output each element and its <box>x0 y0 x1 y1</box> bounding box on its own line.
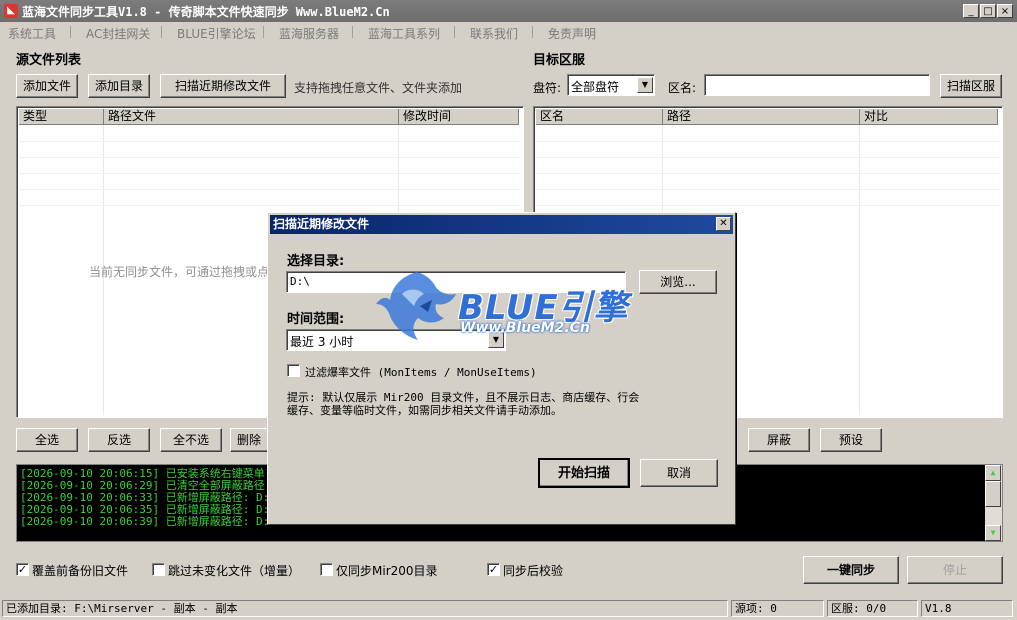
add-dir-button[interactable]: 添加目录 <box>88 74 150 98</box>
grid-line <box>536 205 1000 206</box>
filter-drop-rate-checkbox[interactable] <box>287 364 300 377</box>
dialog-close-icon[interactable]: ✕ <box>716 217 731 231</box>
status-bar: 已添加目录: F:\Mirserver - 副本 - 副本 源项: 0 区服: … <box>0 598 1017 620</box>
scroll-down-icon[interactable]: ▼ <box>985 525 1001 541</box>
column-type[interactable]: 类型 <box>19 109 104 125</box>
select-all-button[interactable]: 全选 <box>16 428 78 452</box>
preset-button[interactable]: 预设 <box>820 428 882 452</box>
menu-disclaimer[interactable]: 免责声明 <box>548 25 596 42</box>
column-modified[interactable]: 修改时间 <box>399 109 519 125</box>
status-version: V1.8 <box>921 600 1013 617</box>
select-none-button[interactable]: 全不选 <box>160 428 222 452</box>
dragon-icon <box>376 272 456 340</box>
column-zone-name[interactable]: 区名 <box>536 109 663 125</box>
menu-lanhai-server[interactable]: 蓝海服务器 <box>279 25 339 42</box>
drive-label: 盘符: <box>533 81 562 95</box>
chevron-down-icon[interactable]: ▼ <box>637 77 653 93</box>
backup-label: 覆盖前备份旧文件 <box>32 564 129 578</box>
invert-selection-button[interactable]: 反选 <box>88 428 150 452</box>
time-range-value: 最近 3 小时 <box>290 335 354 349</box>
one-click-sync-button[interactable]: 一键同步 <box>803 556 899 584</box>
block-button[interactable]: 屏蔽 <box>748 428 810 452</box>
scan-zone-button[interactable]: 扫描区服 <box>940 74 1002 98</box>
log-line: [2026-09-10 20:06:39] 已新增屏蔽路径: D:\M <box>20 515 283 528</box>
start-scan-button[interactable]: 开始扫描 <box>538 458 630 488</box>
zone-name-label: 区名: <box>668 81 697 95</box>
window-title-bar: ◣ 蓝海文件同步工具V1.8 - 传奇脚本文件快速同步 Www.BlueM2.C… <box>0 0 1017 22</box>
dialog-dir-label: 选择目录: <box>287 254 345 269</box>
menu-separator <box>161 26 162 38</box>
menu-blue-forum[interactable]: BLUE引擎论坛 <box>177 25 256 42</box>
dialog-cancel-button[interactable]: 取消 <box>640 459 718 487</box>
column-path[interactable]: 路径文件 <box>104 109 399 125</box>
grid-line <box>536 189 1000 190</box>
app-icon: ◣ <box>4 4 18 18</box>
backup-checkbox[interactable]: ✓ <box>16 563 29 576</box>
grid-line <box>536 141 1000 142</box>
filter-drop-rate-label: 过滤爆率文件 (MonItems / MonUseItems) <box>305 366 537 379</box>
scroll-up-icon[interactable]: ▲ <box>985 465 1001 481</box>
menu-ac-gateway[interactable]: AC封挂网关 <box>86 25 150 42</box>
grid-line <box>19 157 521 158</box>
scan-recent-dialog: 扫描近期修改文件 ✕ 选择目录: D:\ 浏览... 时间范围: 最近 3 小时… <box>267 212 736 525</box>
grid-line <box>19 141 521 142</box>
close-button[interactable]: × <box>997 4 1013 18</box>
scroll-thumb[interactable] <box>985 481 1001 507</box>
source-section-title: 源文件列表 <box>16 53 82 68</box>
stop-button[interactable]: 停止 <box>907 556 1003 584</box>
log-scrollbar[interactable]: ▲ ▼ <box>985 465 1002 541</box>
skip-unchanged-label: 跳过未变化文件（增量） <box>168 564 301 578</box>
target-section-title: 目标区服 <box>533 53 586 68</box>
mir200-only-checkbox[interactable] <box>320 563 333 576</box>
grid-line <box>19 173 521 174</box>
drive-select[interactable]: 全部盘符 ▼ <box>567 74 655 96</box>
add-file-button[interactable]: 添加文件 <box>16 74 78 98</box>
grid-line <box>536 157 1000 158</box>
column-compare[interactable]: 对比 <box>860 109 998 125</box>
skip-unchanged-checkbox[interactable] <box>152 563 165 576</box>
grid-line <box>19 205 521 206</box>
window-title: 蓝海文件同步工具V1.8 - 传奇脚本文件快速同步 Www.BlueM2.Cn <box>22 5 390 19</box>
drag-hint: 支持拖拽任意文件、文件夹添加 <box>294 81 463 95</box>
menu-separator <box>454 26 455 38</box>
minimize-button[interactable]: _ <box>963 4 979 18</box>
status-zones: 区服: 0/0 <box>827 600 918 617</box>
status-sources: 源项: 0 <box>731 600 824 617</box>
menu-separator <box>532 26 533 38</box>
menu-tools-series[interactable]: 蓝海工具系列 <box>368 25 440 42</box>
status-added: 已添加目录: F:\Mirserver - 副本 - 副本 <box>2 600 728 617</box>
grid-line <box>859 125 860 415</box>
zone-name-input[interactable] <box>704 74 930 96</box>
menu-bar: 系统工具 AC封挂网关 BLUE引擎论坛 蓝海服务器 蓝海工具系列 联系我们 免… <box>0 22 1017 42</box>
menu-system-tools[interactable]: 系统工具 <box>8 25 56 42</box>
grid-line <box>536 173 1000 174</box>
grid-line <box>19 189 521 190</box>
menu-separator <box>70 26 71 38</box>
verify-checkbox[interactable]: ✓ <box>487 563 500 576</box>
menu-separator <box>263 26 264 38</box>
menu-contact[interactable]: 联系我们 <box>470 25 518 42</box>
empty-list-message: 当前无同步文件，可通过拖拽或点 <box>89 265 270 279</box>
mir200-only-label: 仅同步Mir200目录 <box>336 564 438 578</box>
drive-select-value: 全部盘符 <box>571 80 620 94</box>
dialog-range-label: 时间范围: <box>287 312 345 327</box>
dialog-title: 扫描近期修改文件 <box>270 215 733 234</box>
column-zone-path[interactable]: 路径 <box>663 109 860 125</box>
verify-label: 同步后校验 <box>503 564 564 578</box>
menu-separator <box>352 26 353 38</box>
dialog-tip: 提示: 默认仅展示 Mir200 目录文件，且不展示日志、商店缓存、行会缓存、变… <box>287 391 640 417</box>
scan-recent-button[interactable]: 扫描近期修改文件 <box>160 74 286 98</box>
watermark-logo: BLUE引擎 Www.BlueM2.Cn <box>372 266 662 346</box>
maximize-button[interactable]: □ <box>980 4 996 18</box>
watermark-url: Www.BlueM2.Cn <box>460 320 590 336</box>
